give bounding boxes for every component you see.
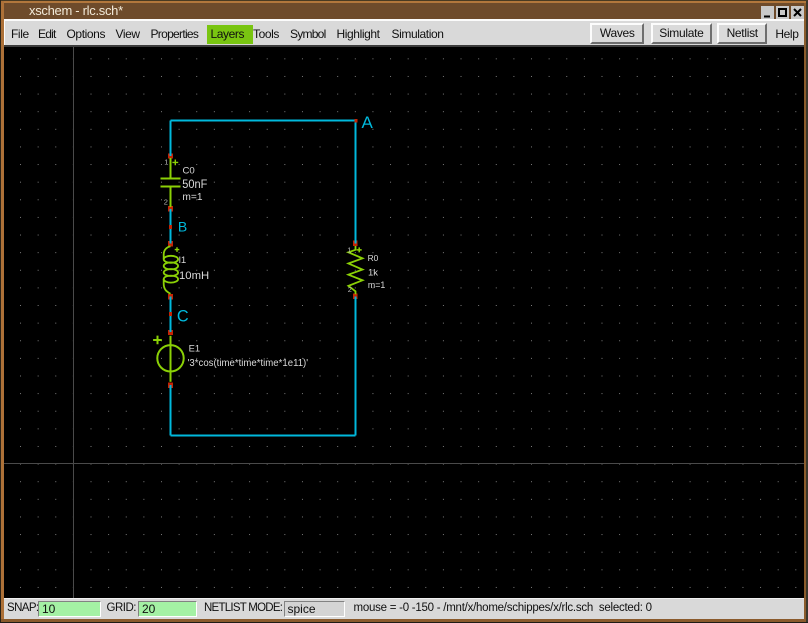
svg-text:l1: l1 bbox=[179, 255, 186, 266]
svg-text:10mH: 10mH bbox=[179, 270, 209, 282]
svg-text:E1: E1 bbox=[189, 342, 200, 353]
svg-text:C: C bbox=[177, 307, 189, 325]
svg-text:1k: 1k bbox=[368, 268, 378, 279]
svg-text:2: 2 bbox=[348, 285, 352, 294]
svg-text:m=1: m=1 bbox=[182, 192, 202, 203]
svg-text:1: 1 bbox=[164, 158, 168, 167]
svg-text:B: B bbox=[178, 219, 187, 235]
svg-text:'3*cos(time*time*time*1e11)': '3*cos(time*time*time*1e11)' bbox=[188, 358, 309, 369]
svg-text:C0: C0 bbox=[183, 165, 195, 176]
svg-text:1: 1 bbox=[347, 245, 351, 254]
svg-text:A: A bbox=[362, 113, 374, 132]
svg-text:50nF: 50nF bbox=[182, 177, 207, 191]
svg-text:2: 2 bbox=[164, 198, 168, 207]
svg-text:R0: R0 bbox=[368, 253, 379, 263]
svg-text:m=1: m=1 bbox=[368, 280, 385, 290]
